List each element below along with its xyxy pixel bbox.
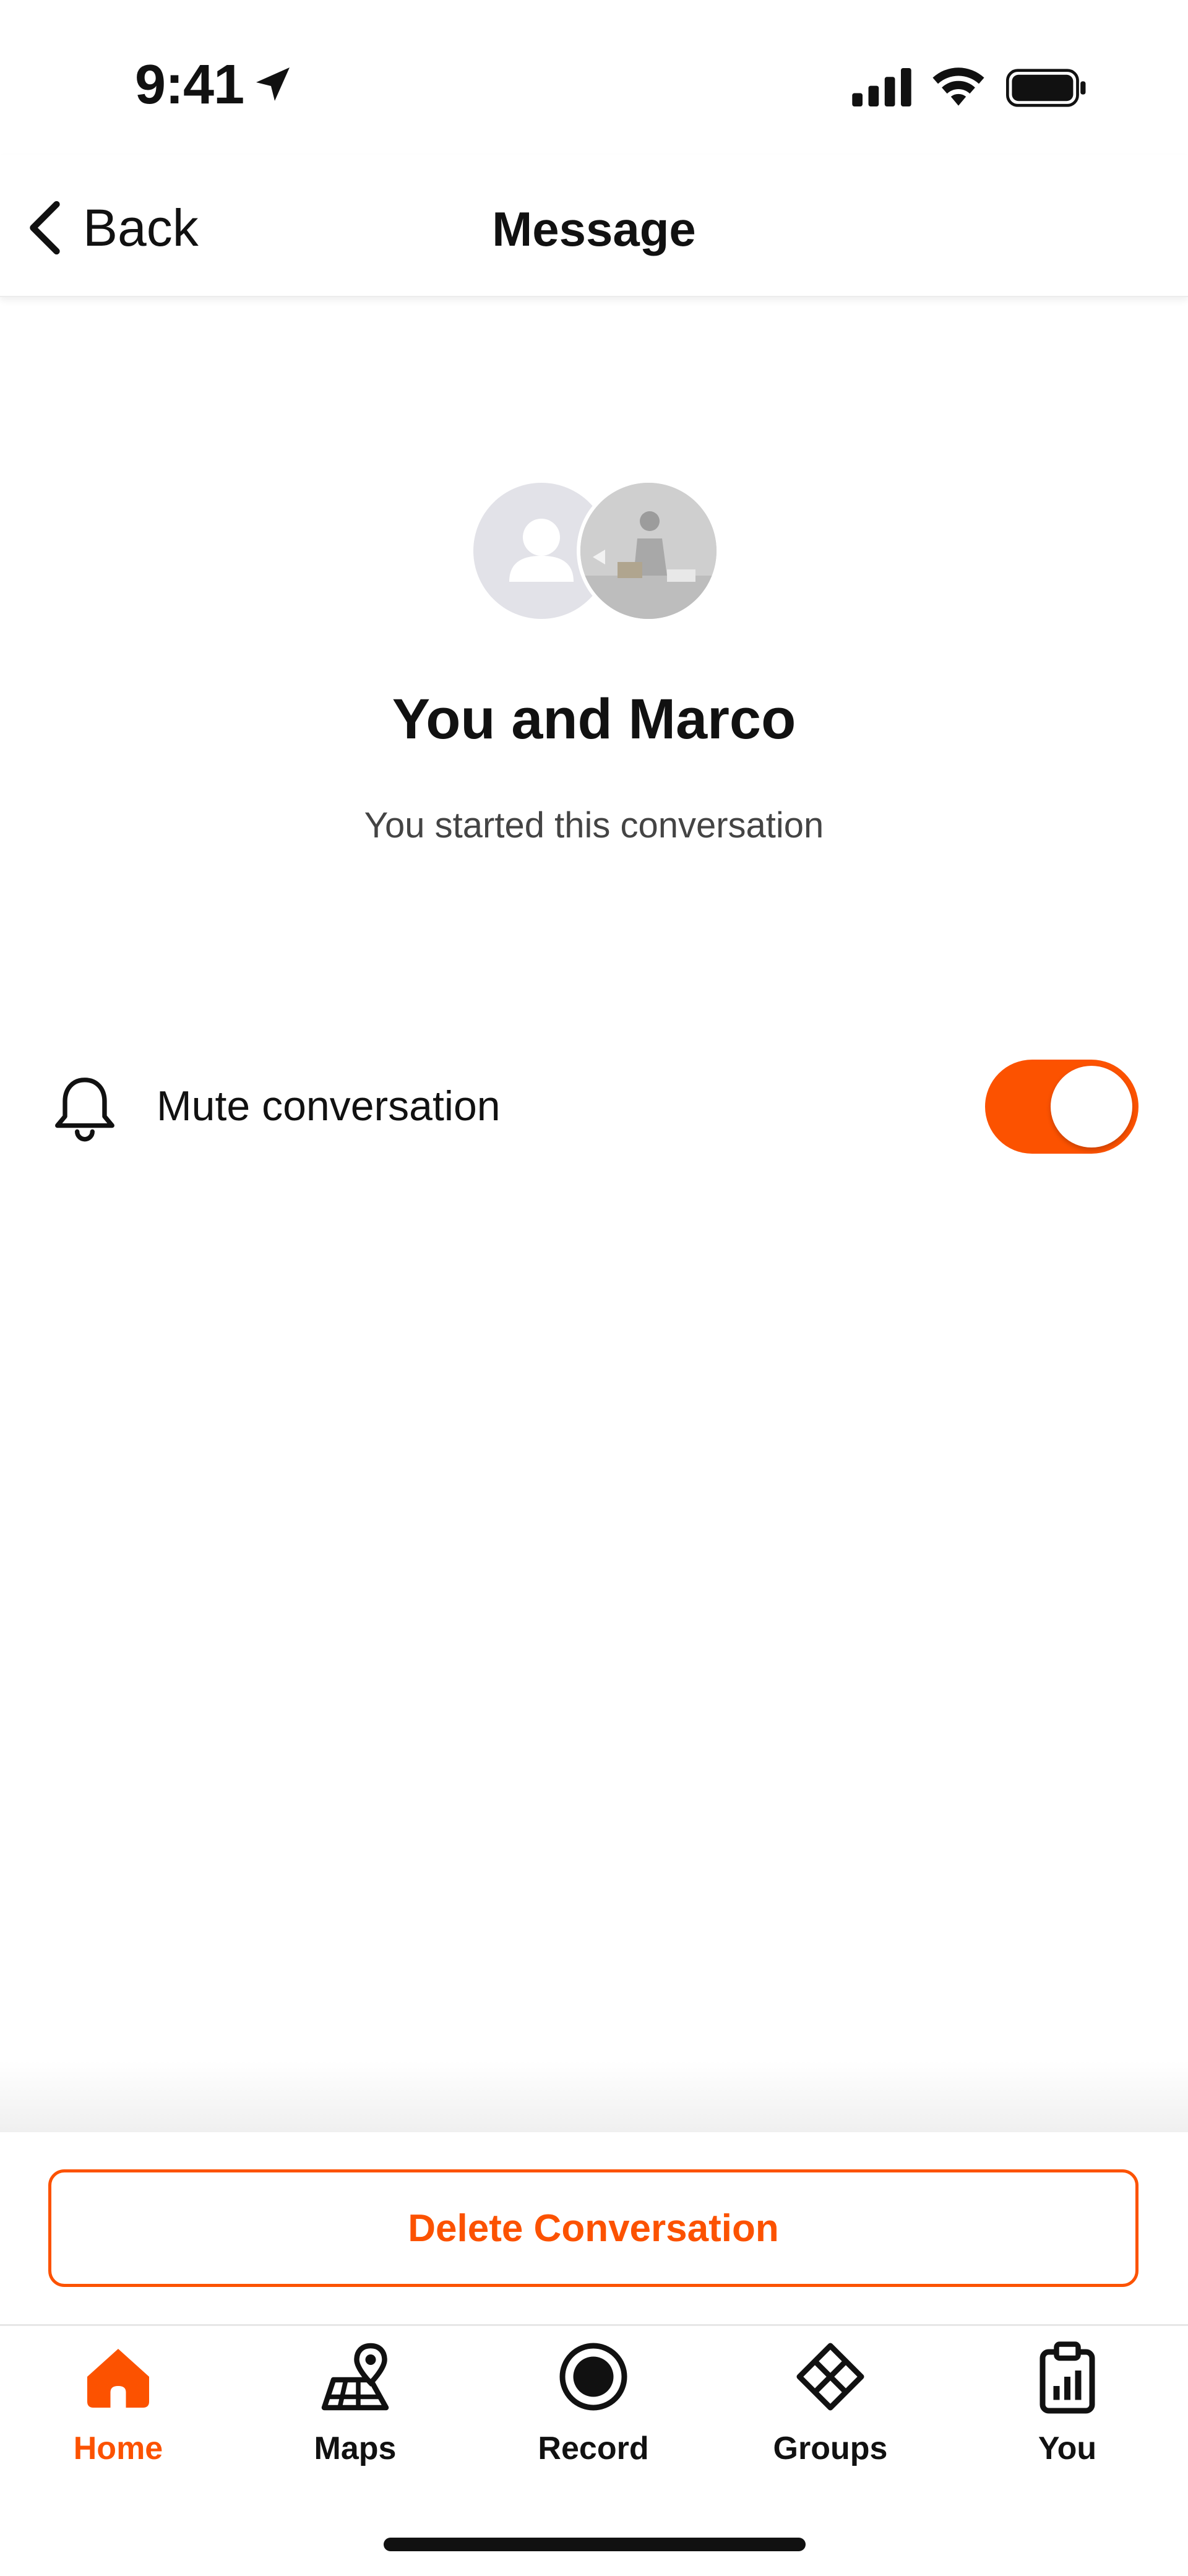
tabbar-divider [0, 2324, 1188, 2326]
tab-home-label: Home [73, 2431, 163, 2466]
bell-icon [55, 1078, 114, 1142]
mute-conversation-toggle[interactable] [985, 1060, 1138, 1154]
conversation-subtitle: You started this conversation [364, 805, 824, 845]
conversation-title: You and Marco [392, 688, 796, 751]
toggle-knob [1051, 1066, 1132, 1148]
groups-icon [796, 2343, 864, 2411]
battery-icon [1006, 69, 1086, 107]
you-icon [1040, 2341, 1095, 2414]
wifi-icon [932, 67, 984, 106]
tab-record-label: Record [538, 2431, 649, 2466]
home-icon [87, 2349, 149, 2408]
avatar-marco [580, 483, 717, 619]
location-arrow-icon [256, 67, 290, 101]
tab-you[interactable]: You [987, 2340, 1148, 2467]
home-indicator [384, 2538, 806, 2551]
tab-groups[interactable]: Groups [750, 2340, 911, 2467]
tab-groups-label: Groups [773, 2431, 888, 2466]
maps-icon [321, 2343, 389, 2411]
status-time: 9:41 [135, 54, 244, 116]
mute-conversation-label: Mute conversation [157, 1083, 501, 1130]
bottom-fade [0, 2061, 1188, 2132]
tab-record[interactable]: Record [513, 2340, 674, 2467]
cellular-signal-icon [852, 68, 911, 106]
profile-photo [580, 483, 717, 619]
tab-you-label: You [1038, 2431, 1097, 2466]
tab-maps-label: Maps [314, 2431, 397, 2466]
record-icon [559, 2343, 627, 2411]
tab-maps[interactable]: Maps [275, 2340, 436, 2467]
delete-conversation-button[interactable]: Delete Conversation [48, 2169, 1138, 2287]
page-title: Message [492, 202, 696, 256]
tab-home[interactable]: Home [38, 2340, 199, 2467]
